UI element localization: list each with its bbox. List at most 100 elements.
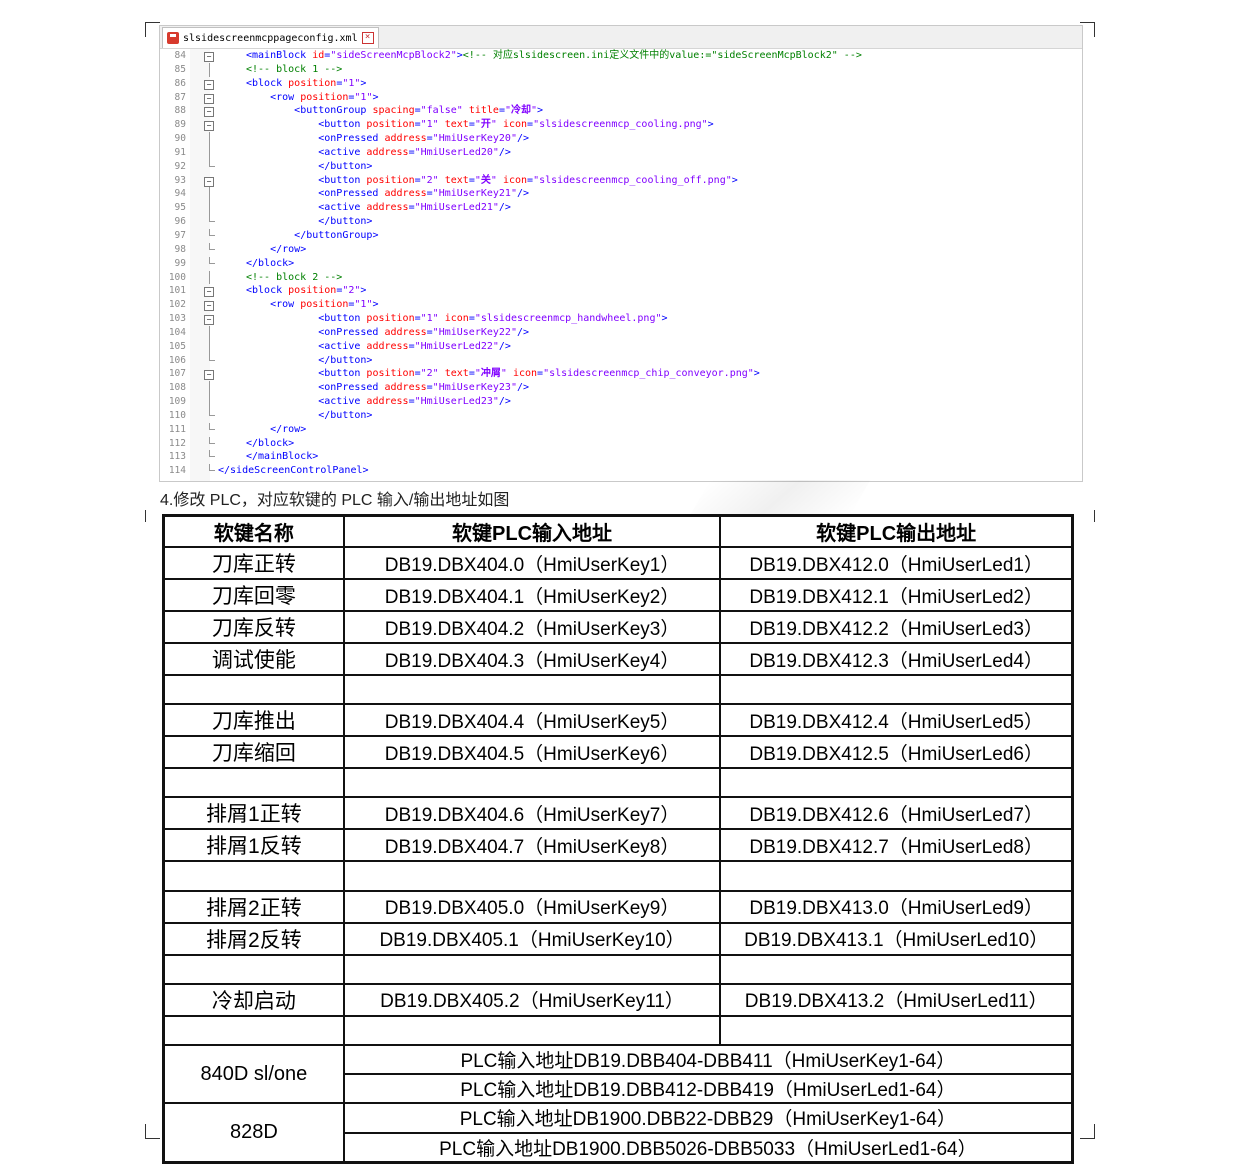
- line-number: 106: [168, 354, 186, 366]
- fold-guide: [209, 201, 210, 216]
- model-name-cell: 828D: [162, 1102, 345, 1164]
- key-name-cell: 排屑2正转: [162, 889, 345, 924]
- code-token: spacing: [372, 105, 415, 117]
- fold-toggle-icon[interactable]: −: [204, 107, 214, 118]
- fold-toggle-icon[interactable]: −: [204, 121, 214, 132]
- code-token: icon: [502, 119, 528, 131]
- fold-toggle-icon[interactable]: −: [204, 287, 214, 298]
- code-token: 冲屑: [480, 368, 501, 380]
- code-token: address: [384, 188, 427, 200]
- code-line: 94 <onPressed address="HmiUserKey21"/>: [160, 187, 1082, 202]
- code-token: id: [312, 50, 325, 61]
- line-number: 88: [174, 105, 186, 117]
- code-token: position: [366, 313, 415, 325]
- code-line: 105 <active address="HmiUserLed22"/>: [160, 339, 1082, 354]
- code-token: position: [366, 174, 415, 186]
- output-address-cell: [719, 673, 1074, 706]
- code-token: "1": [354, 299, 373, 311]
- code-token: <button: [318, 313, 367, 325]
- table-row: [162, 1014, 1074, 1046]
- line-number: 87: [174, 91, 186, 103]
- code-text: <block position="1">: [246, 77, 366, 91]
- code-token: <row: [270, 91, 301, 103]
- fold-toggle-icon[interactable]: −: [204, 301, 214, 312]
- input-address-cell: DB19.DBX404.7（HmiUserKey8）: [342, 828, 722, 863]
- input-address-cell: DB19.DBX404.6（HmiUserKey7）: [342, 796, 722, 831]
- input-address-cell: DB19.DBX405.2（HmiUserKey11）: [342, 982, 722, 1017]
- fold-guide: [209, 145, 210, 160]
- code-token: >: [731, 174, 738, 186]
- code-token: <row: [270, 299, 301, 311]
- line-number: 91: [174, 146, 186, 158]
- fold-toggle-icon[interactable]: −: [204, 93, 214, 104]
- code-token: />: [498, 146, 511, 158]
- code-token: <!-- 对应slsidescreen.ini定义文件中的value:="sid…: [462, 50, 862, 61]
- code-token: </buttonGroup>: [294, 229, 379, 241]
- code-text: <onPressed address="HmiUserKey20"/>: [246, 132, 529, 146]
- line-number: 85: [174, 63, 186, 75]
- code-line: 102 − <row position="1">: [160, 298, 1082, 312]
- close-icon[interactable]: ×: [361, 32, 374, 44]
- code-token: "HmiUserLed20": [414, 146, 499, 158]
- code-text: </button>: [246, 160, 372, 174]
- code-token: "HmiUserKey22": [432, 326, 517, 338]
- model-row: 828D PLC输入地址DB1900.DBB22-DBB29（HmiUserKey…: [162, 1102, 1074, 1164]
- code-token: text: [444, 174, 469, 186]
- code-token: "1": [420, 313, 439, 325]
- file-tab[interactable]: slsidescreenmcppageconfig.xml ×: [162, 27, 379, 48]
- header-input-address: 软键PLC输入地址: [342, 514, 722, 548]
- line-number: 102: [168, 299, 186, 311]
- code-line: 101 − <block position="2">: [160, 284, 1082, 298]
- corner-mark: [1080, 1124, 1095, 1139]
- code-token: <active: [318, 202, 367, 214]
- input-address-cell: DB19.DBX404.4（HmiUserKey5）: [342, 703, 722, 738]
- key-name-cell: [162, 860, 345, 892]
- key-name-cell: 排屑1正转: [162, 796, 345, 831]
- code-token: address: [384, 326, 427, 338]
- code-line: 109 <active address="HmiUserLed23"/>: [160, 395, 1082, 409]
- table-row: 刀库回零 DB19.DBX404.1（HmiUserKey2） DB19.DBX41…: [162, 578, 1074, 612]
- table-row: 调试使能 DB19.DBX404.3（HmiUserKey4） DB19.DBX41…: [162, 642, 1074, 676]
- code-token: address: [366, 202, 409, 214]
- fold-toggle-icon[interactable]: −: [204, 370, 214, 381]
- line-number: 103: [168, 313, 186, 325]
- line-number: 93: [174, 174, 186, 186]
- code-line: 112 </block>: [160, 436, 1082, 451]
- table-row: 排屑2反转 DB19.DBX405.1（HmiUserKey10） DB19.DBX…: [162, 921, 1074, 956]
- fold-toggle-icon[interactable]: −: [204, 52, 214, 62]
- table-row: 排屑1反转 DB19.DBX404.7（HmiUserKey8） DB19.DBX4…: [162, 828, 1074, 863]
- line-number: 101: [168, 285, 186, 297]
- fold-guide: [209, 228, 210, 236]
- model-address-cell: PLC输入地址DB19.DBB412-DBB419（HmiUserLed1-64…: [342, 1073, 1074, 1105]
- code-token: "HmiUserLed23": [414, 396, 499, 408]
- code-text: <active address="HmiUserLed20"/>: [246, 146, 511, 160]
- code-token: <!-- block 2 -->: [246, 271, 343, 283]
- fold-toggle-icon[interactable]: −: [204, 176, 214, 187]
- code-text: </button>: [246, 215, 372, 229]
- key-name-cell: 刀库回零: [162, 578, 345, 612]
- code-line: 89 − <button position="1" text="开" icon="…: [160, 118, 1082, 132]
- code-line: 100 <!-- block 2 -->: [160, 270, 1082, 285]
- output-address-cell: DB19.DBX412.3（HmiUserLed4）: [719, 642, 1074, 676]
- code-text: <active address="HmiUserLed22"/>: [246, 340, 511, 354]
- fold-guide: [209, 132, 210, 146]
- fold-toggle-icon[interactable]: −: [204, 315, 214, 326]
- code-text: <block position="2">: [246, 284, 366, 298]
- fold-toggle-icon[interactable]: −: [204, 79, 214, 90]
- code-line: 93 − <button position="2" text="关" icon="…: [160, 174, 1082, 188]
- code-token: >: [372, 299, 379, 311]
- model-address-cell: PLC输入地址DB1900.DBB5026-DBB5033（HmiUserLed…: [342, 1131, 1074, 1164]
- model-row: 840D sl/one PLC输入地址DB19.DBB404-DBB411（Hmi…: [162, 1043, 1074, 1105]
- fold-guide: [209, 408, 210, 416]
- line-number: 95: [174, 202, 186, 214]
- table-row: 刀库缩回 DB19.DBX404.5（HmiUserKey6） DB19.DBX41…: [162, 735, 1074, 770]
- code-token: />: [498, 396, 511, 408]
- code-token: />: [498, 202, 511, 214]
- key-name-cell: [162, 1014, 345, 1046]
- code-line: 114 </sideScreenControlPanel>: [160, 464, 1082, 478]
- code-token: position: [366, 119, 415, 131]
